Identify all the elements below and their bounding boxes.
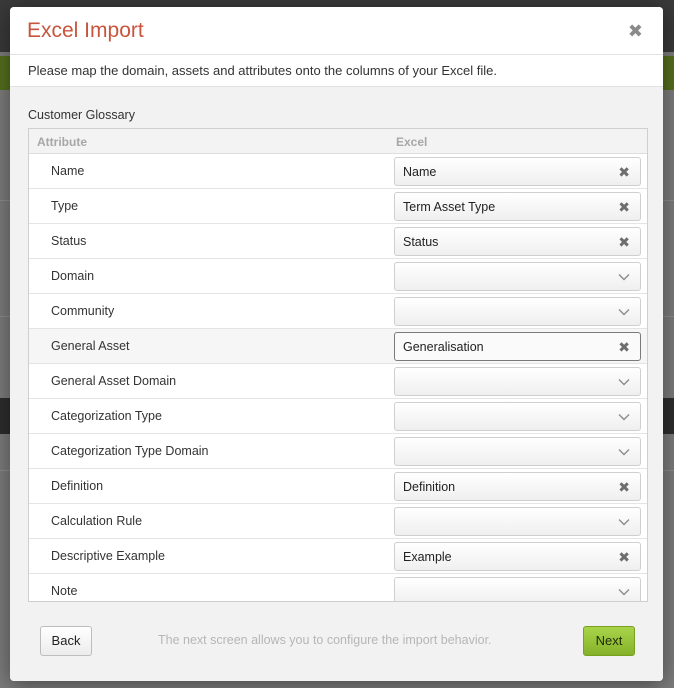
excel-column-select[interactable] xyxy=(394,437,641,466)
table-row: Calculation Rule xyxy=(29,504,647,539)
footer-hint: The next screen allows you to configure … xyxy=(158,633,492,647)
excel-column-select[interactable] xyxy=(394,367,641,396)
attribute-label: Domain xyxy=(51,269,95,283)
excel-column-field[interactable]: Term Asset Type ✖ xyxy=(394,192,641,221)
excel-column-value: Example xyxy=(403,550,452,564)
excel-column-value: Name xyxy=(403,165,437,179)
attribute-label: Descriptive Example xyxy=(51,549,165,563)
attribute-label: Definition xyxy=(51,479,104,493)
chevron-down-icon xyxy=(618,309,630,316)
table-header: Attribute Excel xyxy=(29,129,647,154)
attribute-label: Calculation Rule xyxy=(51,514,143,528)
excel-column-select[interactable] xyxy=(394,577,641,601)
excel-column-field[interactable]: Name ✖ xyxy=(394,157,641,186)
clear-icon[interactable]: ✖ xyxy=(618,339,630,355)
dialog-instructions: Please map the domain, assets and attrib… xyxy=(10,55,663,87)
table-row: Categorization Type xyxy=(29,399,647,434)
group-label: Customer Glossary xyxy=(28,108,135,122)
excel-column-select[interactable] xyxy=(394,402,641,431)
table-row: Note xyxy=(29,574,647,601)
chevron-down-icon xyxy=(618,519,630,526)
excel-column-value: Generalisation xyxy=(403,340,484,354)
attribute-label: Categorization Type Domain xyxy=(51,444,209,458)
table-row: General Asset Generalisation ✖ xyxy=(29,329,647,364)
excel-column-value: Definition xyxy=(403,480,456,494)
table-row: Name Name ✖ xyxy=(29,154,647,189)
attribute-label: Categorization Type xyxy=(51,409,162,423)
chevron-down-icon xyxy=(618,414,630,421)
excel-column-field[interactable]: Definition ✖ xyxy=(394,472,641,501)
clear-icon[interactable]: ✖ xyxy=(618,549,630,565)
excel-column-value: Status xyxy=(403,235,439,249)
excel-column-value: Term Asset Type xyxy=(403,200,496,214)
table-row: Community xyxy=(29,294,647,329)
attribute-label: Type xyxy=(51,199,79,213)
chevron-down-icon xyxy=(618,589,630,596)
chevron-down-icon xyxy=(618,379,630,386)
excel-column-select[interactable] xyxy=(394,297,641,326)
dialog-footer: Back The next screen allows you to confi… xyxy=(10,611,663,681)
attribute-label: Note xyxy=(51,584,78,598)
attribute-label: Community xyxy=(51,304,115,318)
table-row: Type Term Asset Type ✖ xyxy=(29,189,647,224)
table-row: Status Status ✖ xyxy=(29,224,647,259)
column-header-excel: Excel xyxy=(396,135,428,149)
close-icon[interactable]: ✖ xyxy=(628,21,643,41)
excel-column-field[interactable]: Example ✖ xyxy=(394,542,641,571)
column-header-attribute: Attribute xyxy=(37,135,87,149)
attribute-label: Status xyxy=(51,234,87,248)
clear-icon[interactable]: ✖ xyxy=(618,234,630,250)
excel-column-select[interactable] xyxy=(394,507,641,536)
table-row: Descriptive Example Example ✖ xyxy=(29,539,647,574)
dialog-title: Excel Import xyxy=(27,19,144,42)
attribute-label: Name xyxy=(51,164,85,178)
excel-import-dialog: Excel Import ✖ Please map the domain, as… xyxy=(10,7,663,681)
dialog-header: Excel Import ✖ xyxy=(10,7,663,55)
clear-icon[interactable]: ✖ xyxy=(618,199,630,215)
attribute-label: General Asset xyxy=(51,339,130,353)
clear-icon[interactable]: ✖ xyxy=(618,164,630,180)
excel-column-field[interactable]: Status ✖ xyxy=(394,227,641,256)
attribute-label: General Asset Domain xyxy=(51,374,177,388)
chevron-down-icon xyxy=(618,274,630,281)
clear-icon[interactable]: ✖ xyxy=(618,479,630,495)
table-row: Definition Definition ✖ xyxy=(29,469,647,504)
mapping-table: Attribute Excel Name Name ✖ Type Term Asset … xyxy=(28,128,648,602)
table-row: Categorization Type Domain xyxy=(29,434,647,469)
table-row: Domain xyxy=(29,259,647,294)
back-button[interactable]: Back xyxy=(40,626,92,656)
excel-column-select[interactable] xyxy=(394,262,641,291)
chevron-down-icon xyxy=(618,449,630,456)
next-button[interactable]: Next xyxy=(583,626,635,656)
excel-column-field[interactable]: Generalisation ✖ xyxy=(394,332,641,361)
table-row: General Asset Domain xyxy=(29,364,647,399)
